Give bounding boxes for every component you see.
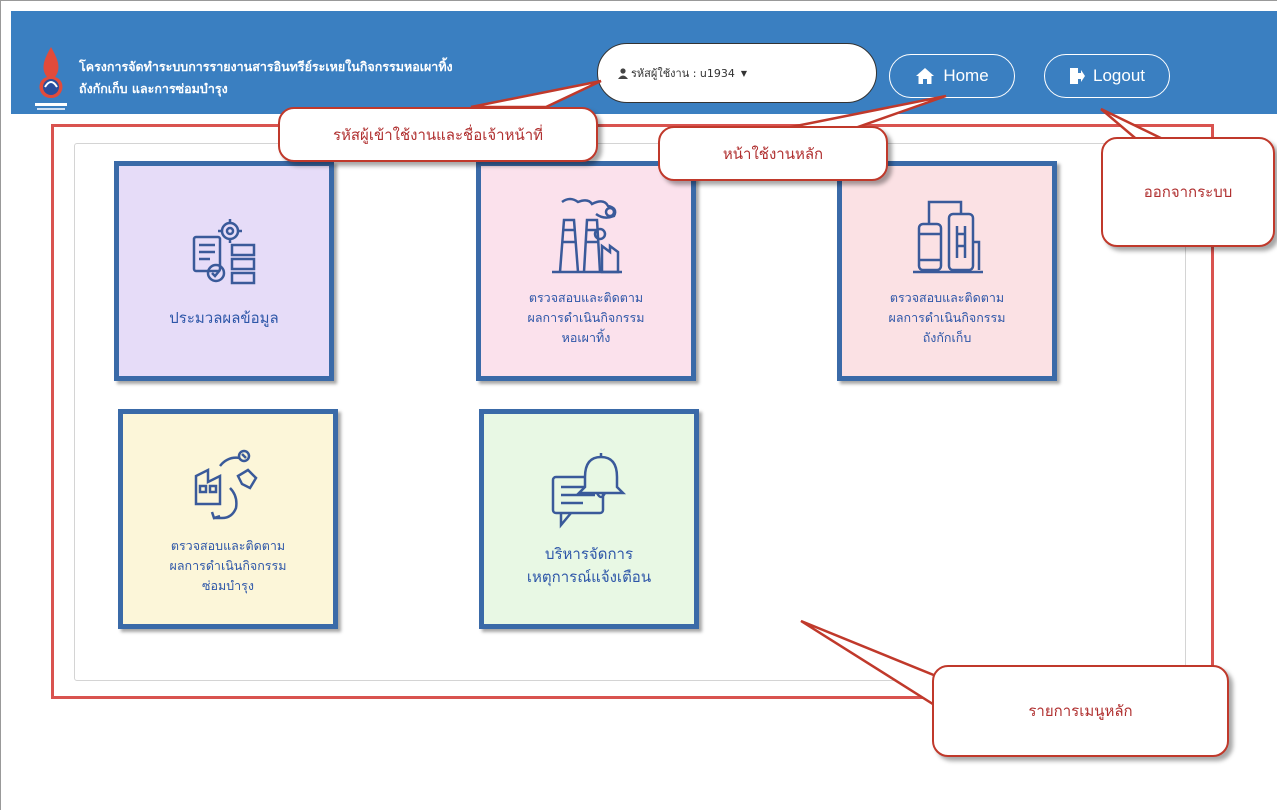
screenshot-stage: โครงการจัดทำระบบการรายงานสารอินทรีย์ระเห… [0, 0, 1277, 810]
tile-label: ประมวลผลข้อมูล [169, 308, 279, 327]
callout-text: ออกจากระบบ [1143, 183, 1233, 201]
home-icon [916, 68, 935, 84]
user-info-callout: รหัสผู้เข้าใช้งานและชื่อเจ้าหน้าที่ [278, 107, 598, 162]
user-label: รหัสผู้ใช้งาน : u1934 [631, 67, 735, 80]
system-title-line1: โครงการจัดทำระบบการรายงานสารอินทรีย์ระเห… [79, 59, 453, 74]
main-menu-callout: รายการเมนูหลัก [932, 665, 1229, 757]
storage-tank-monitoring-tile[interactable]: ตรวจสอบและติดตาม ผลการดำเนินกิจกรรม ถังก… [837, 161, 1057, 381]
data-processing-tile[interactable]: ประมวลผลข้อมูล [114, 161, 334, 381]
logout-button[interactable]: Logout [1044, 54, 1170, 98]
home-page-callout: หน้าใช้งานหลัก [658, 126, 888, 181]
logout-label: Logout [1093, 66, 1145, 85]
flare-factory-icon [552, 197, 622, 274]
logout-callout: ออกจากระบบ [1101, 137, 1275, 247]
flare-monitoring-tile[interactable]: ตรวจสอบและติดตาม ผลการดำเนินกิจกรรม หอเผ… [476, 161, 696, 381]
caret-down-icon: ▼ [740, 68, 748, 78]
callout-text: รายการเมนูหลัก [1028, 702, 1133, 720]
home-button[interactable]: Home [889, 54, 1015, 98]
logout-icon [1070, 68, 1085, 84]
notification-icon [551, 453, 627, 529]
tile-label: ตรวจสอบและติดตาม ผลการดำเนินกิจกรรม ถังก… [888, 290, 1006, 345]
tile-label: ตรวจสอบและติดตาม ผลการดำเนินกิจกรรม หอเผ… [527, 290, 645, 345]
callout-text: รหัสผู้เข้าใช้งานและชื่อเจ้าหน้าที่ [332, 125, 544, 144]
tile-label: ตรวจสอบและติดตาม ผลการดำเนินกิจกรรม ซ่อม… [169, 538, 287, 593]
storage-tank-icon [913, 200, 983, 274]
data-processing-icon [192, 218, 256, 284]
user-menu-dropdown[interactable]: รหัสผู้ใช้งาน : u1934 ▼ [597, 43, 877, 103]
home-label: Home [943, 66, 989, 85]
maintenance-monitoring-tile[interactable]: ตรวจสอบและติดตาม ผลการดำเนินกิจกรรม ซ่อม… [118, 409, 338, 629]
tile-label: บริหารจัดการ เหตุการณ์แจ้งเตือน [526, 545, 652, 586]
logo-icon [35, 47, 67, 110]
user-icon [618, 67, 628, 79]
system-title: โครงการจัดทำระบบการรายงานสารอินทรีย์ระเห… [79, 56, 453, 100]
callout-text: หน้าใช้งานหลัก [722, 144, 824, 163]
maintenance-icon [194, 449, 258, 520]
alert-management-tile[interactable]: บริหารจัดการ เหตุการณ์แจ้งเตือน [479, 409, 699, 629]
system-title-line2: ถังกักเก็บ และการซ่อมบำรุง [79, 81, 228, 96]
